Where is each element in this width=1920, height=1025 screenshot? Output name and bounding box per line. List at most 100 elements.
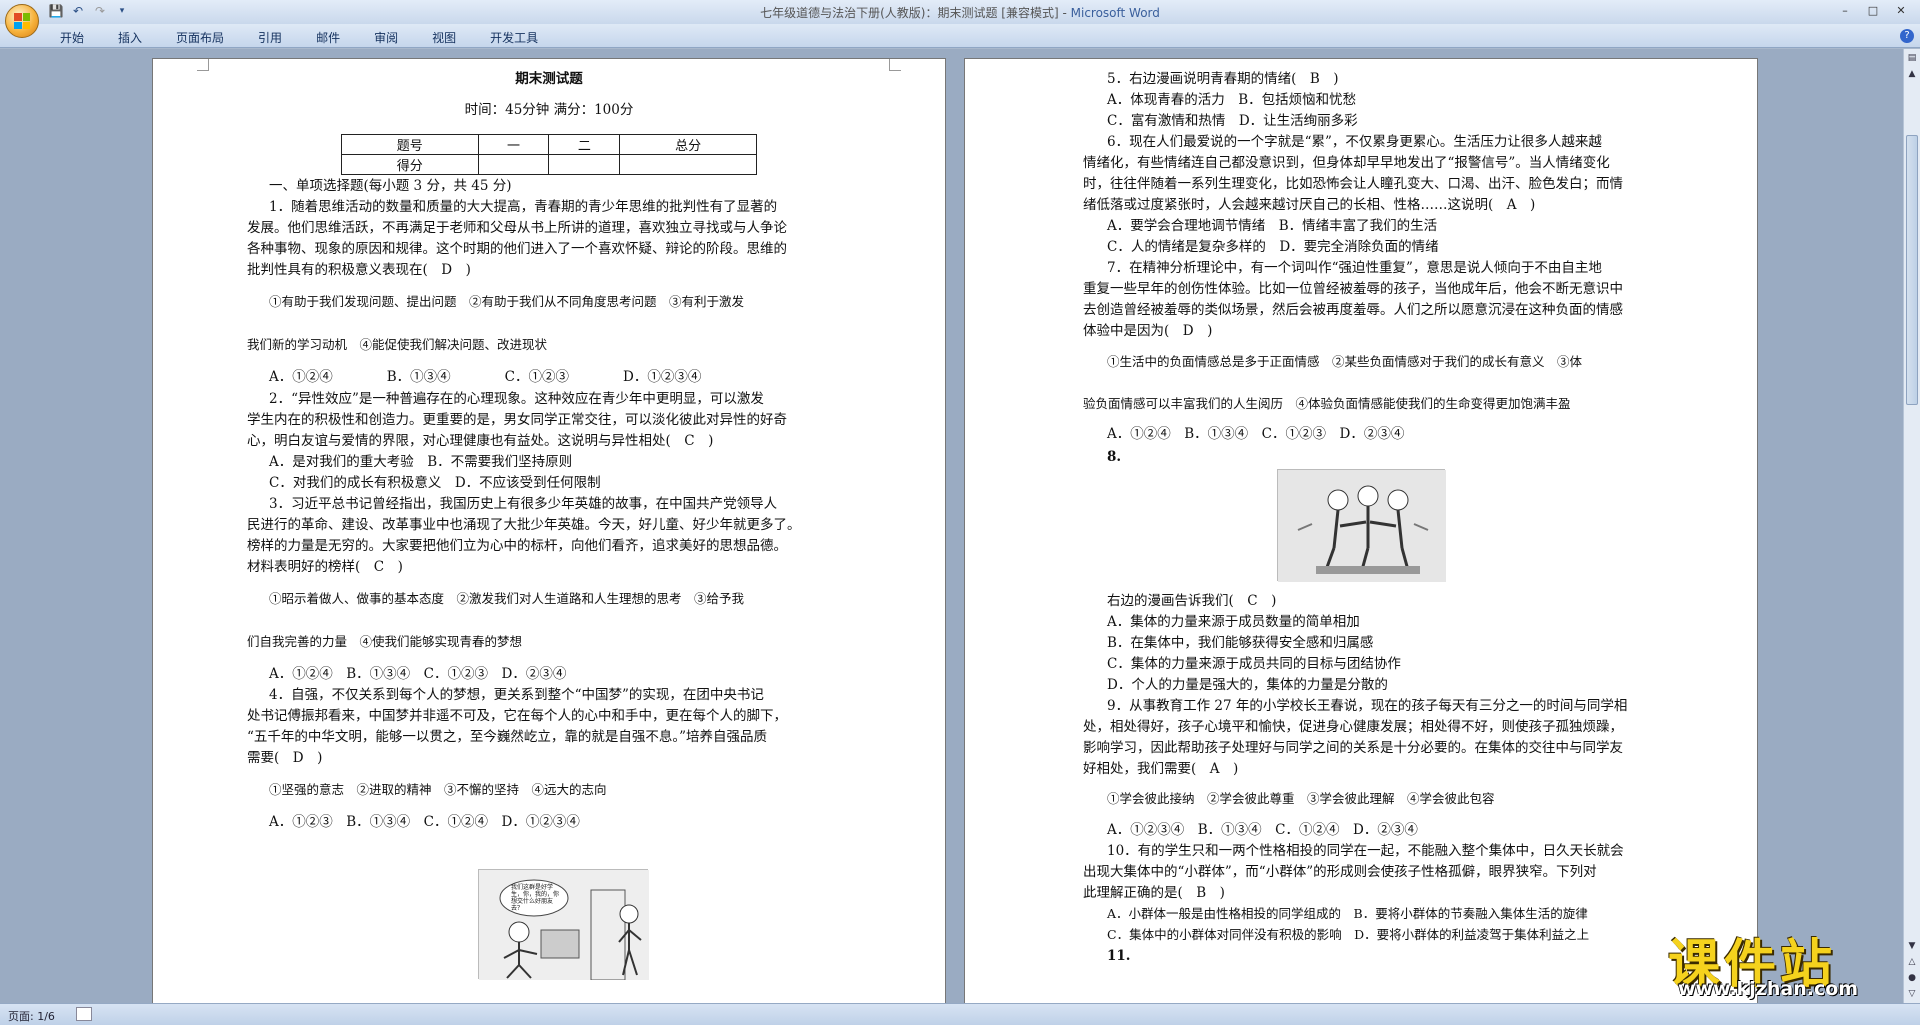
question-text: 3．习近平总书记曾经指出，我国历史上有很多少年英雄的故事，在中国共产党领导人 [269, 496, 778, 512]
answer-choices: A．体现青春的活力 B．包括烦恼和忧愁 [1107, 92, 1357, 108]
question-number: 11. [1107, 948, 1131, 964]
answer-choices: C．集体的力量来源于成员共同的目标与团结协作 [1107, 656, 1401, 672]
minimize-icon[interactable]: – [1832, 2, 1858, 20]
option-text: 验负面情感可以丰富我们的人生阅历 ④体验负面情感能使我们的生命变得更加饱满丰盈 [1083, 396, 1571, 411]
watermark-logo: 课件站 www.kjzhan.com [1668, 922, 1903, 1002]
page-indicator[interactable]: 页面: 1/6 [8, 1008, 55, 1024]
option-text: 我们新的学习动机 ④能促使我们解决问题、改进现状 [247, 337, 548, 352]
tab-references[interactable]: 引用 [258, 29, 282, 46]
answer-choices: C．人的情绪是复杂多样的 D．要完全消除负面的情绪 [1107, 239, 1439, 255]
answer-choices: A．小群体一般是由性格相投的同学组成的 B．要将小群体的节奏融入集体生活的旋律 [1107, 906, 1588, 921]
watermark-url: www.kjzhan.com [1678, 978, 1859, 1000]
tab-view[interactable]: 视图 [432, 29, 456, 46]
answer-choices: A．要学会合理地调节情绪 B．情绪丰富了我们的生活 [1107, 218, 1438, 234]
question-text: 10．有的学生只和一两个性格相投的同学在一起，不能融入整个集体中，日久天长就会 [1107, 843, 1624, 859]
question-text: 民进行的革命、建设、改革事业中也涌现了大批少年英雄。今天，好儿童、好少年就更多了… [247, 517, 801, 533]
question-text: 时，往往伴随着一系列生理变化，比如恐怖会让人瞳孔变大、口渴、出汗、脸色发白；而情 [1083, 176, 1623, 192]
option-text: 们自我完善的力量 ④使我们能够实现青春的梦想 [247, 634, 523, 649]
question-text: 处，相处得好，孩子心境平和愉快，促进身心健康发展；相处得不好，则使孩子孤独烦躁， [1083, 719, 1623, 735]
question-text: 好相处，我们需要( A ) [1083, 761, 1239, 777]
option-text: ①有助于我们发现问题、提出问题 ②有助于我们从不同角度思考问题 ③有利于激发 [269, 294, 745, 309]
ribbon-tabs: 开始 插入 页面布局 引用 邮件 审阅 视图 开发工具 [60, 29, 538, 46]
document-page-2[interactable]: 5．右边漫画说明青春期的情绪( B ) A．体现青春的活力 B．包括烦恼和忧愁 … [964, 58, 1758, 1003]
vertical-scrollbar[interactable]: ▤ ▲ ▼ △ ● ▽ [1903, 49, 1920, 1003]
select-browse-object-icon[interactable]: ● [1905, 971, 1919, 985]
tab-page-layout[interactable]: 页面布局 [176, 29, 224, 46]
score-table-cell: 题号 [341, 134, 479, 155]
question-text: 各种事物、现象的原因和规律。这个时期的他们进入了一个喜欢怀疑、辩论的阶段。思维的 [247, 241, 787, 257]
cartoon-image: 我们这群是好学生，你，我的，你想交什么好朋友去？ [478, 869, 649, 981]
question-text: 批判性具有的积极意义表现在( D ) [247, 262, 471, 278]
cartoon-drawing [1278, 470, 1446, 582]
office-button[interactable] [5, 4, 39, 38]
answer-choices: C．富有激情和热情 D．让生活绚丽多彩 [1107, 113, 1358, 129]
option-text: ①昭示着做人、做事的基本态度 ②激发我们对人生道路和人生理想的思考 ③给予我 [269, 591, 745, 606]
question-text: 6．现在人们最爱说的一个字就是“累”，不仅累身更累心。生活压力让很多人越来越 [1107, 134, 1602, 150]
app-name: Microsoft Word [1070, 6, 1160, 20]
option-text: ①学会彼此接纳 ②学会彼此尊重 ③学会彼此理解 ④学会彼此包容 [1107, 791, 1495, 806]
answer-choices: B．在集体中，我们能够获得安全感和归属感 [1107, 635, 1374, 651]
tab-review[interactable]: 审阅 [374, 29, 398, 46]
scroll-down-icon[interactable]: ▼ [1905, 939, 1919, 953]
tab-home[interactable]: 开始 [60, 29, 84, 46]
question-text: 榜样的力量是无穷的。大家要把他们立为心中的标杆，向他们看齐，追求美好的思想品德。 [247, 538, 787, 554]
question-text: 发展。他们思维活跃，不再满足于老师和父母从书上所讲的道理，喜欢独立寻找或与人争论 [247, 220, 787, 236]
score-table-cell[interactable] [477, 154, 550, 175]
answer-choices: A．①②③④ B．①③④ C．①②④ D．②③④ [1107, 822, 1418, 838]
score-table-cell[interactable] [548, 154, 621, 175]
tab-insert[interactable]: 插入 [118, 29, 142, 46]
page-title: 期末测试题 [515, 71, 583, 87]
answer-choices: A．集体的力量来源于成员数量的简单相加 [1107, 614, 1360, 630]
proofing-icon[interactable] [76, 1007, 92, 1021]
document-page-1[interactable]: 期末测试题 时间：45分钟 满分：100分 题号 一 二 总分 得分 一、单项选… [152, 58, 946, 1003]
answer-choices: A．①②④ B．①③④ C．①②③ D．②③④ [1107, 426, 1405, 442]
option-text: ①生活中的负面情感总是多于正面情感 ②某些负面情感对于我们的成长有意义 ③体 [1107, 354, 1583, 369]
question-text: 9．从事教育工作 27 年的小学校长王春说，现在的孩子每天有三分之一的时间与同学… [1107, 698, 1628, 714]
help-icon[interactable]: ? [1900, 29, 1914, 43]
question-text: “五千年的中华文明，能够一以贯之，至今巍然屹立，靠的就是自强不息。”培养自强品质 [247, 729, 768, 745]
group-cartoon-image [1277, 469, 1446, 582]
previous-page-icon[interactable]: △ [1905, 955, 1919, 969]
question-text: 处书记傅振邦看来，中国梦并非遥不可及，它在每个人的心中和手中，更在每个人的脚下， [247, 708, 787, 724]
question-text: 去创造曾经被羞辱的类似场景，然后会被再度羞辱。人们之所以愿意沉浸在这种负面的情感 [1083, 302, 1623, 318]
answer-choices: A．①②④ B．①③④ C．①②③ D．①②③④ [269, 369, 702, 385]
tab-mailings[interactable]: 邮件 [316, 29, 340, 46]
tab-developer[interactable]: 开发工具 [490, 29, 538, 46]
scroll-up-icon[interactable]: ▲ [1905, 67, 1919, 81]
question-text: 5．右边漫画说明青春期的情绪( B ) [1107, 71, 1339, 87]
score-table-cell: 二 [548, 134, 621, 155]
question-text: 材料表明好的榜样( C ) [247, 559, 403, 575]
answer-choices: A．是对我们的重大考验 B．不需要我们坚持原则 [269, 454, 573, 470]
score-table-cell: 一 [477, 134, 550, 155]
close-icon[interactable]: ✕ [1888, 2, 1914, 20]
option-text: ①坚强的意志 ②进取的精神 ③不懈的坚持 ④远大的志向 [269, 782, 607, 797]
status-bar: 页面: 1/6 [0, 1003, 1920, 1025]
next-page-icon[interactable]: ▽ [1905, 987, 1919, 1001]
question-text: 体验中是因为( D ) [1083, 323, 1213, 339]
question-text: 4．自强，不仅关系到每个人的梦想，更关系到整个“中国梦”的实现，在团中央书记 [269, 687, 764, 703]
scrollbar-thumb[interactable] [1906, 135, 1918, 405]
ruler-toggle-icon[interactable]: ▤ [1905, 51, 1919, 65]
score-table-cell: 得分 [341, 154, 479, 175]
window-title: 七年级道德与法治下册(人教版)：期末测试题 [兼容模式] - Microsoft… [760, 6, 1160, 20]
question-text: 1．随着思维活动的数量和质量的大大提高，青春期的青少年思维的批判性有了显著的 [269, 199, 778, 215]
title-bar: 💾 ↶ ↷ ▾ 七年级道德与法治下册(人教版)：期末测试题 [兼容模式] - M… [0, 0, 1920, 24]
question-text: 出现大集体中的“小群体”，而“小群体”的形成则会使孩子性格孤僻，眼界狭窄。下列对 [1083, 864, 1597, 880]
question-text: 心，明白友谊与爱情的界限，对心理健康也有益处。这说明与异性相处( C ) [247, 433, 714, 449]
question-text: 绪低落或过度紧张时，人会越来越讨厌自己的长相、性格……这说明( A ) [1083, 197, 1536, 213]
maximize-icon[interactable]: □ [1860, 2, 1886, 20]
cartoon-drawing [479, 870, 649, 981]
cartoon-caption: 我们这群是好学生，你，我的，你想交什么好朋友去？ [511, 884, 560, 912]
score-table-cell[interactable] [619, 154, 757, 175]
answer-choices: D．个人的力量是强大的，集体的力量是分散的 [1107, 677, 1388, 693]
question-text: 学生内在的积极性和创造力。更重要的是，男女同学正常交往，可以淡化彼此对异性的好奇 [247, 412, 787, 428]
question-text: 2．“异性效应”是一种普遍存在的心理现象。这种效应在青少年中更明显，可以激发 [269, 391, 764, 407]
question-text: 需要( D ) [247, 750, 323, 766]
question-text: 此理解正确的是( B ) [1083, 885, 1225, 901]
question-text: 重复一些早年的创伤性体验。比如一位曾经被羞辱的孩子，当他成年后，他会不断无意识中 [1083, 281, 1623, 297]
score-table-cell: 总分 [619, 134, 757, 155]
question-text: 右边的漫画告诉我们( C ) [1107, 593, 1277, 609]
answer-choices: C．对我们的成长有积极意义 D．不应该受到任何限制 [269, 475, 601, 491]
score-table-header: 题号 一 二 总分 [341, 134, 757, 155]
answer-choices: C．集体中的小群体对同伴没有积极的影响 D．要将小群体的利益凌驾于集体利益之上 [1107, 927, 1590, 942]
